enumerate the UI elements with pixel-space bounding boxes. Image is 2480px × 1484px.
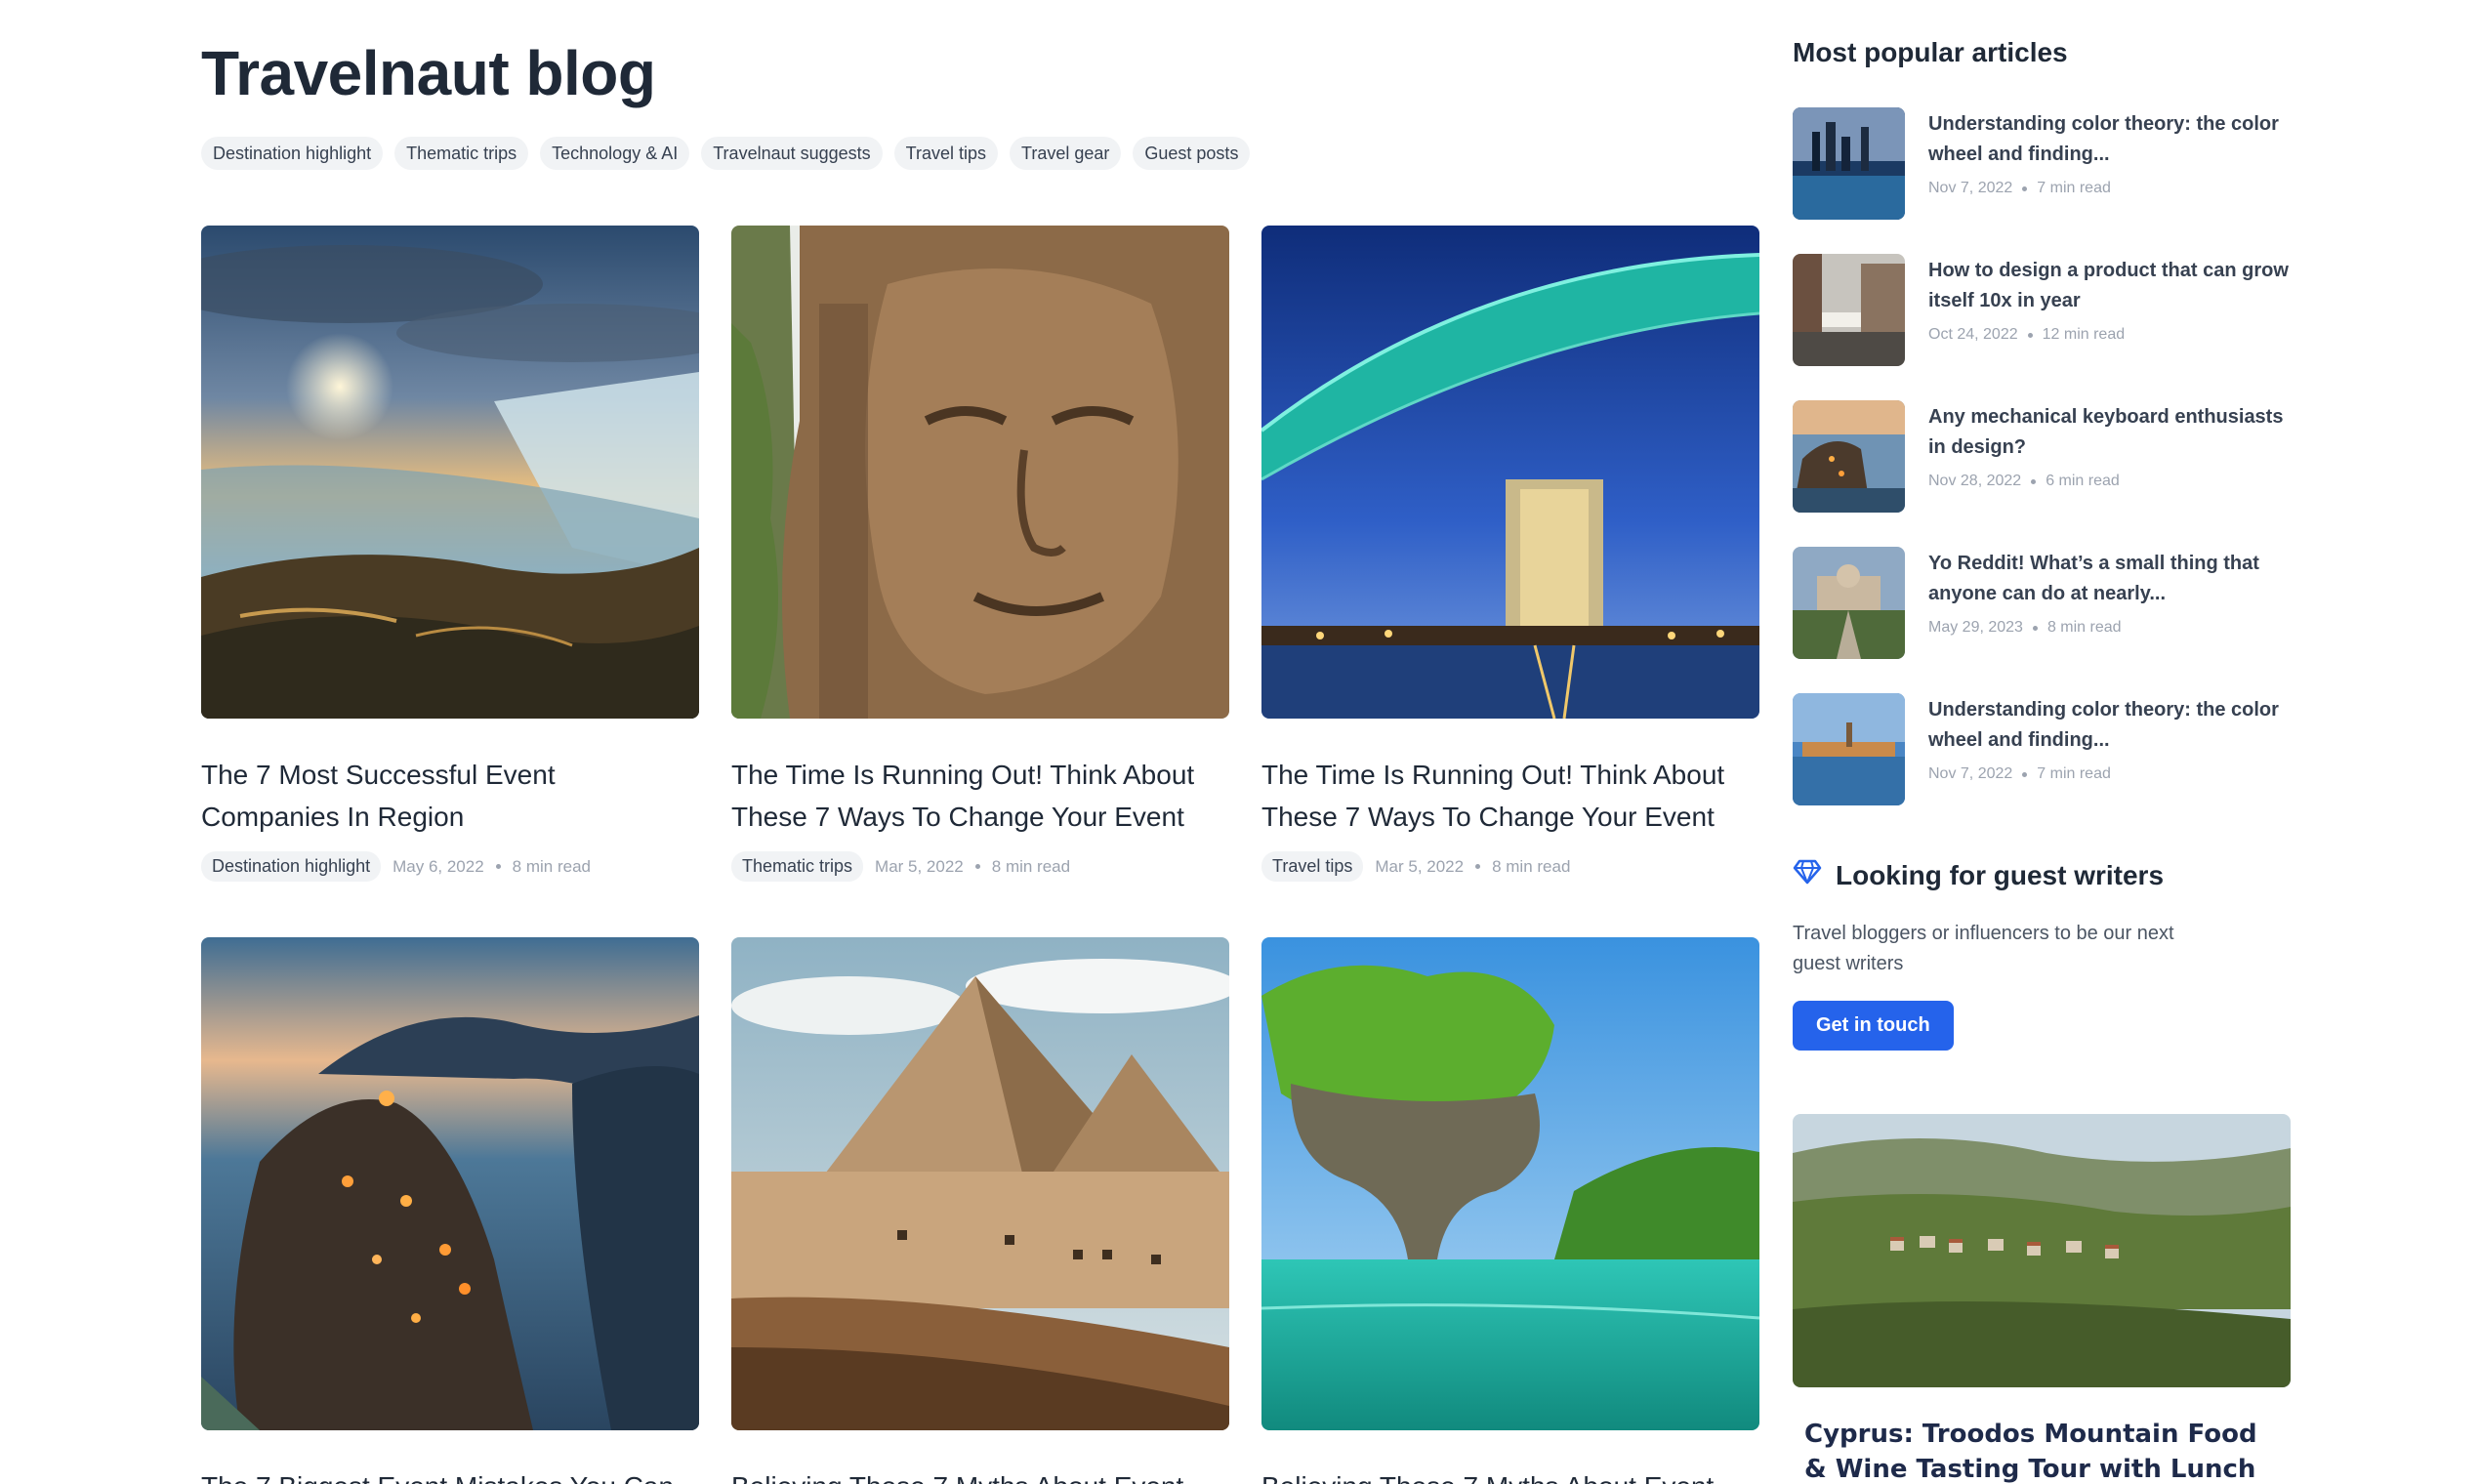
popular-article-title[interactable]: Understanding color theory: the color wh… bbox=[1928, 109, 2299, 170]
get-in-touch-button[interactable]: Get in touch bbox=[1793, 1001, 1954, 1051]
featured-tour-card[interactable]: Cyprus: Troodos Mountain Food & Wine Tas… bbox=[1793, 1114, 2291, 1484]
popular-article-item[interactable]: Yo Reddit! What’s a small thing that any… bbox=[1793, 547, 2291, 659]
article-title[interactable]: The Time Is Running Out! Think About The… bbox=[1261, 754, 1759, 838]
read-time: 6 min read bbox=[2046, 473, 2120, 489]
category-badge[interactable]: Thematic trips bbox=[731, 851, 864, 882]
popular-article-info: Understanding color theory: the color wh… bbox=[1928, 693, 2299, 805]
category-tag-travel-tips[interactable]: Travel tips bbox=[893, 137, 999, 170]
read-time: 7 min read bbox=[2037, 765, 2111, 782]
stone-face-temple-photo[interactable] bbox=[731, 226, 1229, 719]
category-tag-travelnaut-suggests[interactable]: Travelnaut suggests bbox=[701, 137, 883, 170]
waterfall-sunset-photo[interactable] bbox=[201, 226, 699, 719]
coastal-village-thumbnail[interactable] bbox=[1793, 400, 1905, 513]
popular-article-info: Yo Reddit! What’s a small thing that any… bbox=[1928, 547, 2299, 659]
popular-article-meta: Oct 24, 2022 12 min read bbox=[1928, 326, 2299, 344]
category-tag-technology-ai[interactable]: Technology & AI bbox=[540, 137, 690, 170]
separator-dot bbox=[2027, 332, 2033, 338]
article-card[interactable]: Believing These 7 Myths About Event bbox=[1261, 937, 1759, 1484]
article-card[interactable]: The 7 Biggest Event Mistakes You Can bbox=[201, 937, 699, 1484]
popular-article-title[interactable]: Understanding color theory: the color wh… bbox=[1928, 695, 2299, 756]
article-date: Nov 28, 2022 bbox=[1928, 473, 2022, 489]
category-tag-travel-gear[interactable]: Travel gear bbox=[1010, 137, 1122, 170]
popular-article-info: Any mechanical keyboard enthusiasts in d… bbox=[1928, 400, 2299, 513]
article-title[interactable]: The Time Is Running Out! Think About The… bbox=[731, 754, 1229, 838]
separator-dot bbox=[2022, 771, 2028, 777]
popular-article-title[interactable]: Any mechanical keyboard enthusiasts in d… bbox=[1928, 402, 2299, 463]
article-card[interactable]: The Time Is Running Out! Think About The… bbox=[731, 226, 1229, 882]
separator-dot bbox=[974, 864, 980, 869]
read-time: 8 min read bbox=[991, 856, 1071, 876]
read-time: 8 min read bbox=[2046, 619, 2122, 636]
article-grid: The 7 Most Successful Event Companies In… bbox=[201, 226, 1759, 1484]
popular-article-meta: Nov 7, 2022 7 min read bbox=[1928, 180, 2299, 197]
city-skyline-thumbnail[interactable] bbox=[1793, 107, 1905, 220]
featured-tour-title[interactable]: Cyprus: Troodos Mountain Food & Wine Tas… bbox=[1793, 1417, 2281, 1484]
article-date: Nov 7, 2022 bbox=[1928, 765, 2013, 782]
page-title: Travelnaut blog bbox=[201, 38, 656, 108]
popular-article-title[interactable]: How to design a product that can grow it… bbox=[1928, 256, 2299, 316]
category-badge[interactable]: Destination highlight bbox=[201, 851, 382, 882]
read-time: 12 min read bbox=[2042, 326, 2126, 343]
popular-article-item[interactable]: How to design a product that can grow it… bbox=[1793, 254, 2291, 366]
category-badge[interactable]: Travel tips bbox=[1261, 851, 1364, 882]
rock-island-lagoon-photo[interactable] bbox=[1261, 937, 1759, 1430]
popular-articles-list: Understanding color theory: the color wh… bbox=[1793, 107, 2291, 840]
separator-dot bbox=[2022, 186, 2028, 191]
article-date: Mar 5, 2022 bbox=[1375, 856, 1465, 876]
separator-dot bbox=[2031, 478, 2037, 484]
article-card[interactable]: The Time Is Running Out! Think About The… bbox=[1261, 226, 1759, 882]
article-card[interactable]: The 7 Most Successful Event Companies In… bbox=[201, 226, 699, 882]
article-date: Mar 5, 2022 bbox=[875, 856, 964, 876]
guest-writers-text: Travel bloggers or influencers to be our… bbox=[1793, 923, 2174, 974]
popular-article-meta: Nov 28, 2022 6 min read bbox=[1928, 473, 2299, 490]
article-date: Nov 7, 2022 bbox=[1928, 180, 2013, 196]
separator-dot bbox=[495, 864, 501, 869]
article-meta: Destination highlight May 6, 2022 8 min … bbox=[201, 851, 699, 882]
article-date: May 29, 2023 bbox=[1928, 619, 2023, 636]
palace-garden-thumbnail[interactable] bbox=[1793, 547, 1905, 659]
guest-writers-title: Looking for guest writers bbox=[1836, 859, 2165, 890]
lit-bridge-night-photo[interactable] bbox=[1261, 226, 1759, 719]
category-tag-thematic-trips[interactable]: Thematic trips bbox=[394, 137, 529, 170]
popular-article-info: Understanding color theory: the color wh… bbox=[1928, 107, 2299, 220]
separator-dot bbox=[1475, 864, 1481, 869]
article-title[interactable]: Believing These 7 Myths About Event bbox=[1261, 1465, 1759, 1484]
read-time: 7 min read bbox=[2037, 180, 2111, 196]
hillside-town-valley-photo[interactable] bbox=[1793, 1114, 2291, 1387]
popular-article-item[interactable]: Any mechanical keyboard enthusiasts in d… bbox=[1793, 400, 2291, 513]
article-title[interactable]: The 7 Biggest Event Mistakes You Can bbox=[201, 1465, 699, 1484]
popular-article-meta: May 29, 2023 8 min read bbox=[1928, 619, 2299, 637]
article-date: Oct 24, 2022 bbox=[1928, 326, 2018, 343]
separator-dot bbox=[2032, 625, 2038, 631]
article-meta: Travel tips Mar 5, 2022 8 min read bbox=[1261, 851, 1759, 882]
article-card[interactable]: Believing These 7 Myths About Event bbox=[731, 937, 1229, 1484]
guest-writers-heading: Looking for guest writers bbox=[1793, 859, 2291, 891]
article-date: May 6, 2022 bbox=[393, 856, 484, 876]
category-filters: Destination highlight Thematic trips Tec… bbox=[201, 137, 1251, 170]
popular-article-meta: Nov 7, 2022 7 min read bbox=[1928, 765, 2299, 783]
read-time: 8 min read bbox=[1492, 856, 1571, 876]
guest-writers-section: Looking for guest writers Travel blogger… bbox=[1793, 859, 2291, 1051]
popular-article-title[interactable]: Yo Reddit! What’s a small thing that any… bbox=[1928, 549, 2299, 609]
article-meta: Thematic trips Mar 5, 2022 8 min read bbox=[731, 851, 1229, 882]
popular-article-item[interactable]: Understanding color theory: the color wh… bbox=[1793, 693, 2291, 805]
read-time: 8 min read bbox=[512, 856, 591, 876]
popular-article-item[interactable]: Understanding color theory: the color wh… bbox=[1793, 107, 2291, 220]
article-title[interactable]: Believing These 7 Myths About Event bbox=[731, 1465, 1229, 1484]
pyramids-desert-photo[interactable] bbox=[731, 937, 1229, 1430]
canal-buildings-thumbnail[interactable] bbox=[1793, 254, 1905, 366]
category-tag-guest-posts[interactable]: Guest posts bbox=[1133, 137, 1251, 170]
waterfront-city-thumbnail[interactable] bbox=[1793, 693, 1905, 805]
popular-articles-heading: Most popular articles bbox=[1793, 37, 2068, 67]
article-title[interactable]: The 7 Most Successful Event Companies In… bbox=[201, 754, 699, 838]
cliff-village-dusk-photo[interactable] bbox=[201, 937, 699, 1430]
popular-article-info: How to design a product that can grow it… bbox=[1928, 254, 2299, 366]
category-tag-destination-highlight[interactable]: Destination highlight bbox=[201, 137, 384, 170]
diamond-icon bbox=[1793, 859, 1822, 891]
